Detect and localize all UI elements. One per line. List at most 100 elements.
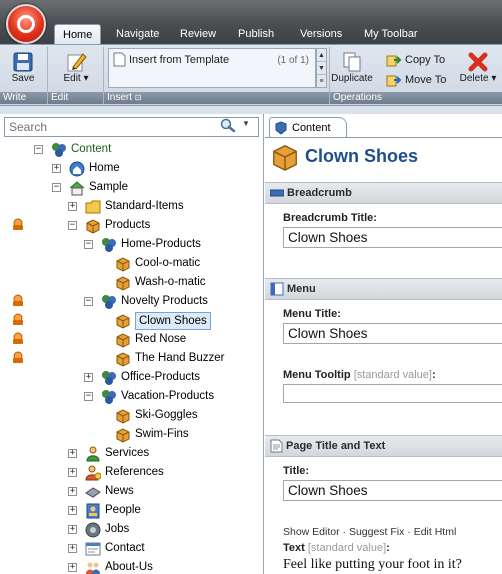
tree-item-label: Jobs xyxy=(105,523,130,535)
copy-to-button[interactable]: Copy To xyxy=(386,53,445,67)
section-header-breadcrumb[interactable]: Breadcrumb xyxy=(265,182,502,204)
expand-icon[interactable]: + xyxy=(68,202,77,211)
expand-icon[interactable]: + xyxy=(68,525,77,534)
menu-title-field[interactable]: Clown Shoes xyxy=(283,323,502,344)
menu-tooltip-field[interactable] xyxy=(283,384,502,403)
duplicate-button[interactable]: Duplicate xyxy=(330,51,374,84)
expand-icon[interactable]: + xyxy=(68,563,77,572)
tree-item-sample[interactable]: − Sample xyxy=(52,178,128,197)
collapse-icon[interactable]: − xyxy=(68,221,77,230)
duplicate-label: Duplicate xyxy=(331,73,373,84)
content-tab-label: Content xyxy=(292,121,331,134)
tree-item-news[interactable]: + News xyxy=(68,482,134,501)
product-box-icon xyxy=(115,332,131,348)
tree-item-services[interactable]: + Services xyxy=(68,444,149,463)
product-box-icon xyxy=(115,313,131,329)
expand-icon[interactable]: + xyxy=(52,164,61,173)
tree-item-label: Home xyxy=(89,162,120,174)
item-title: Clown Shoes xyxy=(305,146,419,166)
tab-versions[interactable]: Versions xyxy=(292,24,350,44)
expand-icon[interactable]: + xyxy=(68,449,77,458)
tree-item-wash-o-matic[interactable]: Wash-o-matic xyxy=(115,273,206,292)
move-to-button[interactable]: Move To xyxy=(386,73,446,87)
gallery-up-icon[interactable]: ▲ xyxy=(317,49,326,62)
save-button[interactable]: Save xyxy=(6,51,40,84)
category-icon xyxy=(101,389,117,405)
tree-item-label: Cool-o-matic xyxy=(135,257,201,269)
tree-item-content[interactable]: − Content xyxy=(34,140,111,159)
expand-icon[interactable]: + xyxy=(68,487,77,496)
tree-item-red-nose[interactable]: Red Nose xyxy=(115,330,186,349)
expand-icon[interactable]: + xyxy=(68,506,77,515)
tree-item-ski-goggles[interactable]: Ski-Goggles xyxy=(115,406,198,425)
ribbon-header: Home Navigate Review Publish Versions My… xyxy=(0,0,502,46)
tree-item-label: References xyxy=(105,466,164,478)
tree-item-vacation-products[interactable]: − Vacation-Products xyxy=(84,387,214,406)
breadcrumb-icon xyxy=(270,189,284,197)
tree-item-about-us[interactable]: + About-Us xyxy=(68,558,153,574)
tree-item-contact[interactable]: + Contact xyxy=(68,539,145,558)
gallery-scrollbar[interactable]: ▲ ▼ ≡ xyxy=(316,48,327,88)
tab-content[interactable]: Content xyxy=(269,117,347,137)
tree-item-swim-fins[interactable]: Swim-Fins xyxy=(115,425,189,444)
tree-item-label: Services xyxy=(105,447,150,459)
expand-icon[interactable]: + xyxy=(68,544,77,553)
dialog-launcher-icon[interactable]: ⊡ xyxy=(135,93,142,102)
tab-navigate[interactable]: Navigate xyxy=(108,24,167,44)
collapse-icon[interactable]: − xyxy=(84,392,93,401)
tree-item-references[interactable]: + References xyxy=(68,463,164,482)
gallery-more-icon[interactable]: ≡ xyxy=(317,75,326,88)
tree-item-home-products[interactable]: − Home-Products xyxy=(84,235,201,254)
tab-review[interactable]: Review xyxy=(172,24,224,44)
rich-text-field[interactable]: Feel like putting your foot in it? xyxy=(283,557,502,573)
news-icon xyxy=(85,484,101,500)
content-root-icon xyxy=(51,142,67,158)
search-dropdown-icon[interactable]: ▼ xyxy=(242,119,250,128)
tab-publish[interactable]: Publish xyxy=(230,24,282,44)
tree-item-standard-items[interactable]: + Standard-Items xyxy=(68,197,184,216)
tree-item-home[interactable]: + Home xyxy=(52,159,120,178)
section-header-menu[interactable]: Menu xyxy=(265,278,502,300)
search-icon[interactable] xyxy=(220,118,236,132)
collapse-icon[interactable]: − xyxy=(52,183,61,192)
edit-label: Edit xyxy=(63,73,81,84)
breadcrumb-title-field[interactable]: Clown Shoes xyxy=(283,227,502,248)
expand-icon[interactable]: + xyxy=(84,373,93,382)
tab-my-toolbar[interactable]: My Toolbar xyxy=(356,24,426,44)
tree-item-cool-o-matic[interactable]: Cool-o-matic xyxy=(115,254,200,273)
content-tab-icon xyxy=(275,120,287,135)
rich-text-editor-links[interactable]: Show Editor · Suggest Fix · Edit Html xyxy=(283,526,456,538)
write-group-label: Write xyxy=(0,92,47,104)
tree-item-hand-buzzer[interactable]: The Hand Buzzer xyxy=(115,349,225,368)
delete-dropdown-icon: ▾ xyxy=(488,73,497,84)
tree-item-people[interactable]: + People xyxy=(68,501,141,520)
delete-button[interactable]: Delete ▾ xyxy=(458,51,498,84)
tree-item-label: The Hand Buzzer xyxy=(135,352,225,364)
tree-item-products[interactable]: − Products xyxy=(68,216,150,235)
collapse-icon[interactable]: − xyxy=(84,240,93,249)
ribbon-body: Save Write Edit ▾ Edit Insert ⊡ Insert f… xyxy=(0,44,502,106)
edit-pencil-icon xyxy=(67,53,87,72)
tree-item-clown-shoes[interactable]: Clown Shoes xyxy=(115,311,211,330)
tree-item-novelty-products[interactable]: − Novelty Products xyxy=(84,292,208,311)
delete-x-icon xyxy=(468,52,488,72)
expand-icon[interactable]: + xyxy=(68,468,77,477)
application-menu-button[interactable] xyxy=(6,4,46,44)
section-title: Menu xyxy=(287,283,316,295)
locked-item-icon xyxy=(13,313,23,325)
edit-group-label: Edit xyxy=(48,92,103,104)
insert-from-template-item[interactable]: Insert from Template xyxy=(113,52,229,67)
tree-item-jobs[interactable]: + Jobs xyxy=(68,520,129,539)
text-colon: : xyxy=(386,542,390,554)
section-header-page-title-text[interactable]: Page Title and Text xyxy=(265,435,502,457)
tree-item-office-products[interactable]: + Office-Products xyxy=(84,368,200,387)
title-field[interactable]: Clown Shoes xyxy=(283,480,502,501)
gallery-down-icon[interactable]: ▼ xyxy=(317,62,326,75)
tree-item-label: About-Us xyxy=(105,561,153,573)
tab-home[interactable]: Home xyxy=(54,24,102,44)
folder-icon xyxy=(85,199,101,215)
product-box-icon xyxy=(115,351,131,367)
collapse-icon[interactable]: − xyxy=(34,145,43,154)
edit-button[interactable]: Edit ▾ xyxy=(56,51,96,84)
collapse-icon[interactable]: − xyxy=(84,297,93,306)
